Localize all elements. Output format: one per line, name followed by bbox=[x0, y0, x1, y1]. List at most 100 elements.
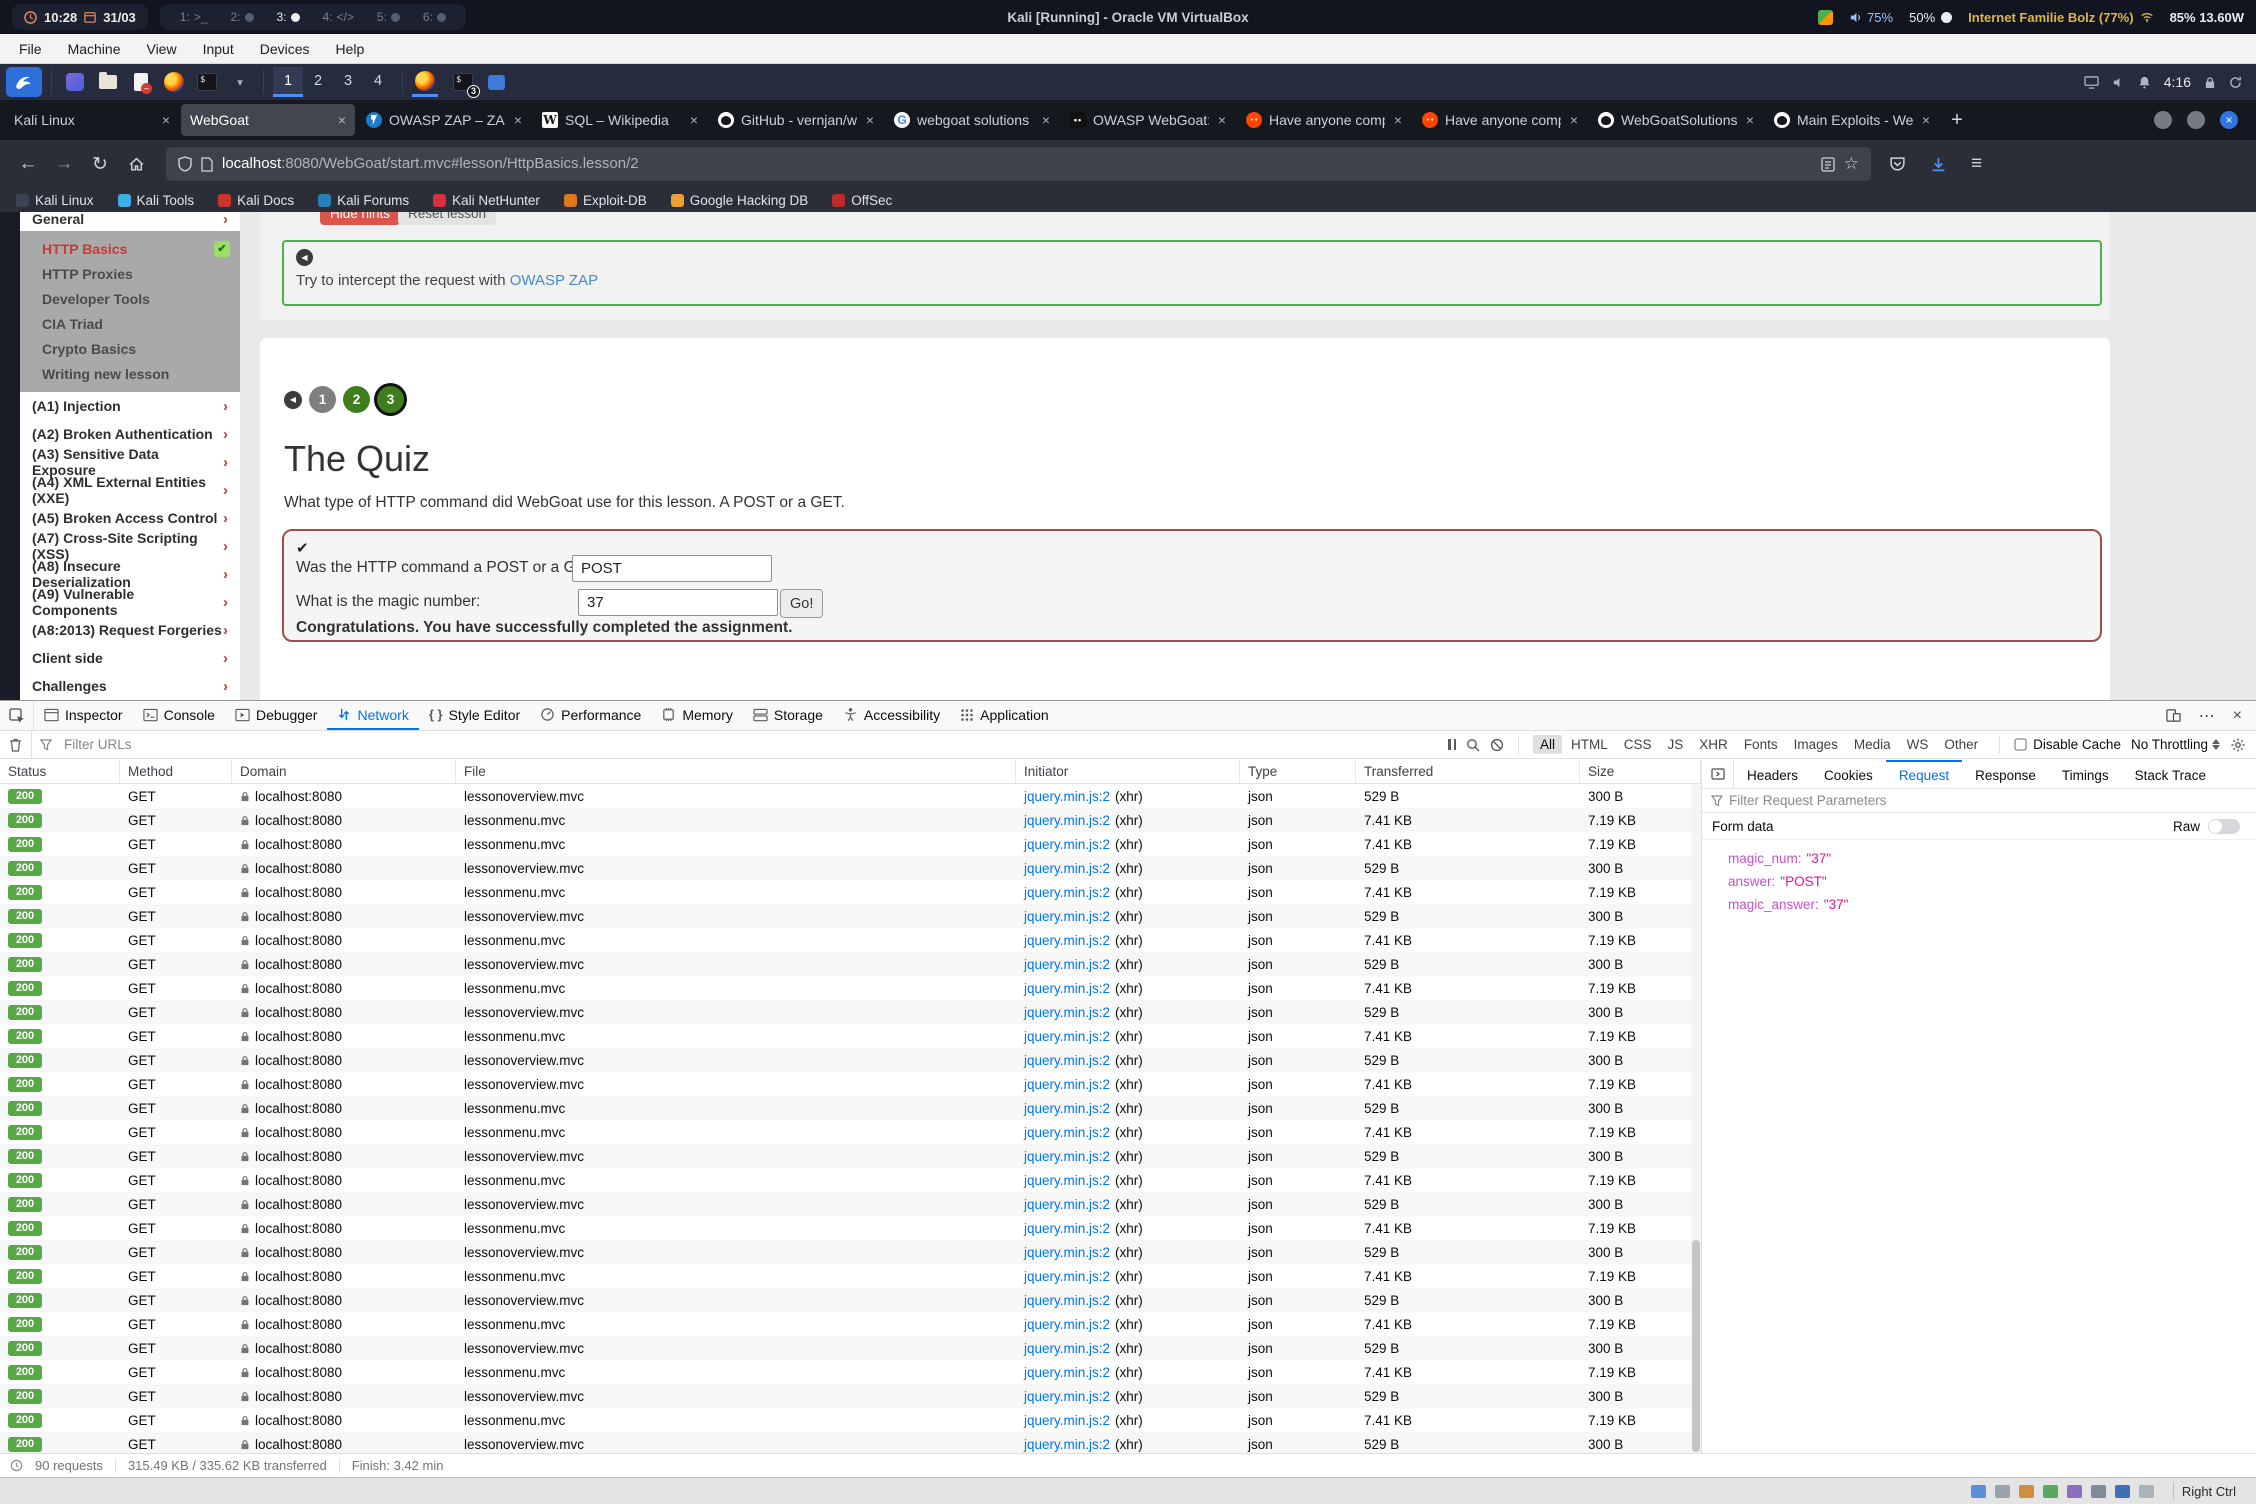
page-info-icon[interactable] bbox=[201, 157, 213, 172]
request-row[interactable]: 200 GET localhost:8080 lessonoverview.mv… bbox=[0, 1000, 1701, 1024]
request-row[interactable]: 200 GET localhost:8080 lessonoverview.mv… bbox=[0, 952, 1701, 976]
vbox-menu-help[interactable]: Help bbox=[323, 41, 378, 57]
browser-tab[interactable]: Gwebgoat solutions - G× bbox=[885, 104, 1059, 136]
initiator-link[interactable]: jquery.min.js:2 bbox=[1024, 1005, 1110, 1020]
bookmark-kali-linux[interactable]: Kali Linux bbox=[16, 193, 94, 208]
home-button[interactable] bbox=[120, 148, 152, 180]
devtools-tab-accessibility[interactable]: Accessibility bbox=[833, 701, 950, 730]
q2-answer-input[interactable] bbox=[578, 589, 778, 616]
type-filter-xhr[interactable]: XHR bbox=[1692, 735, 1735, 754]
sidebar-section[interactable]: (A1) Injection› bbox=[20, 392, 240, 420]
initiator-link[interactable]: jquery.min.js:2 bbox=[1024, 789, 1110, 804]
workspace-button[interactable]: 4 bbox=[363, 67, 393, 97]
reset-lesson-button[interactable]: Reset lesson bbox=[398, 212, 496, 225]
table-scrollbar-track[interactable] bbox=[1691, 784, 1701, 1453]
devtools-tab-style-editor[interactable]: { }Style Editor bbox=[419, 701, 530, 730]
sidebar-lesson-item[interactable]: Writing new lesson bbox=[20, 361, 240, 386]
table-scrollbar-thumb[interactable] bbox=[1692, 1240, 1700, 1452]
previous-page-icon[interactable]: ◀ bbox=[284, 391, 302, 409]
update-refresh-icon[interactable] bbox=[2229, 76, 2242, 89]
workspace-button[interactable]: 1 bbox=[273, 67, 303, 97]
request-row[interactable]: 200 GET localhost:8080 lessonmenu.mvc jq… bbox=[0, 1264, 1701, 1288]
vbox-menu-devices[interactable]: Devices bbox=[247, 41, 323, 57]
form-data-param[interactable]: magic_num:"37" bbox=[1702, 847, 2256, 870]
column-header-size[interactable]: Size bbox=[1580, 760, 1701, 783]
browser-tab[interactable]: Have anyone complet× bbox=[1413, 104, 1587, 136]
browser-tab[interactable]: ••OWASP WebGoat: Ge× bbox=[1061, 104, 1235, 136]
request-row[interactable]: 200 GET localhost:8080 lessonoverview.mv… bbox=[0, 1336, 1701, 1360]
search-icon[interactable] bbox=[1466, 738, 1480, 752]
close-window-button[interactable]: × bbox=[2220, 111, 2238, 129]
tab-close-icon[interactable]: × bbox=[864, 112, 874, 128]
hide-hints-button[interactable]: Hide hints bbox=[320, 212, 400, 225]
notification-bell-icon[interactable] bbox=[2138, 76, 2151, 89]
browser-tab[interactable]: Main Exploits - WebG× bbox=[1765, 104, 1939, 136]
initiator-link[interactable]: jquery.min.js:2 bbox=[1024, 1101, 1110, 1116]
sidebar-section[interactable]: (A8) Insecure Deserialization› bbox=[20, 560, 240, 588]
tab-close-icon[interactable]: × bbox=[1216, 112, 1226, 128]
bookmark-offsec[interactable]: OffSec bbox=[832, 193, 892, 208]
terminal-window-button[interactable]: $3 bbox=[449, 68, 477, 96]
initiator-link[interactable]: jquery.min.js:2 bbox=[1024, 813, 1110, 828]
type-filter-other[interactable]: Other bbox=[1937, 735, 1985, 754]
panel-workspace[interactable]: 4:</> bbox=[323, 10, 354, 24]
sidebar-section[interactable]: (A7) Cross-Site Scripting (XSS)› bbox=[20, 532, 240, 560]
form-data-param[interactable]: answer:"POST" bbox=[1702, 870, 2256, 893]
details-tab-timings[interactable]: Timings bbox=[2049, 760, 2122, 788]
type-filter-js[interactable]: JS bbox=[1661, 735, 1691, 754]
panel-workspace[interactable]: 2: bbox=[231, 10, 254, 24]
details-tab-headers[interactable]: Headers bbox=[1734, 760, 1811, 788]
column-header-initiator[interactable]: Initiator bbox=[1016, 760, 1240, 783]
devtools-tab-console[interactable]: Console bbox=[133, 701, 225, 730]
kali-menu-button[interactable] bbox=[6, 67, 42, 97]
request-row[interactable]: 200 GET localhost:8080 lessonoverview.mv… bbox=[0, 784, 1701, 808]
sidebar-section[interactable]: Client side› bbox=[20, 644, 240, 672]
volume-indicator[interactable]: 75% bbox=[1849, 10, 1893, 25]
panel-workspace[interactable]: 6: bbox=[423, 10, 446, 24]
sidebar-section[interactable]: (A8:2013) Request Forgeries› bbox=[20, 616, 240, 644]
reader-mode-icon[interactable] bbox=[1821, 157, 1835, 172]
pause-icon[interactable] bbox=[1448, 739, 1456, 750]
pick-element-icon[interactable] bbox=[0, 701, 34, 730]
sidebar-lesson-item[interactable]: HTTP Basics✔ bbox=[20, 236, 240, 261]
tab-close-icon[interactable]: × bbox=[512, 112, 522, 128]
column-header-domain[interactable]: Domain bbox=[232, 760, 456, 783]
initiator-link[interactable]: jquery.min.js:2 bbox=[1024, 1413, 1110, 1428]
browser-tab[interactable]: OWASP ZAP – ZAP in× bbox=[357, 104, 531, 136]
tab-close-icon[interactable]: × bbox=[1568, 112, 1578, 128]
display-icon[interactable] bbox=[2115, 1485, 2130, 1498]
package-window-button[interactable] bbox=[482, 68, 510, 96]
workspace-switcher[interactable]: 1:>_2:3:4:</>5:6: bbox=[160, 4, 466, 30]
throttling-select[interactable]: No Throttling bbox=[2131, 737, 2220, 752]
initiator-link[interactable]: jquery.min.js:2 bbox=[1024, 837, 1110, 852]
network-indicator[interactable]: Internet Familie Bolz (77%) bbox=[1968, 10, 2153, 25]
request-row[interactable]: 200 GET localhost:8080 lessonmenu.mvc jq… bbox=[0, 928, 1701, 952]
initiator-link[interactable]: jquery.min.js:2 bbox=[1024, 957, 1110, 972]
browser-tab[interactable]: WebGoat× bbox=[181, 104, 355, 136]
request-row[interactable]: 200 GET localhost:8080 lessonmenu.mvc jq… bbox=[0, 1312, 1701, 1336]
browser-tab[interactable]: Have anyone complet× bbox=[1237, 104, 1411, 136]
page-circle[interactable]: 3 bbox=[377, 386, 404, 413]
bookmark-kali-nethunter[interactable]: Kali NetHunter bbox=[433, 193, 540, 208]
tab-close-icon[interactable]: × bbox=[688, 112, 698, 128]
request-row[interactable]: 200 GET localhost:8080 lessonmenu.mvc jq… bbox=[0, 832, 1701, 856]
q1-answer-input[interactable] bbox=[572, 555, 772, 582]
back-button[interactable]: ← bbox=[12, 148, 44, 180]
pocket-icon[interactable] bbox=[1889, 156, 1906, 173]
menu-hamburger-icon[interactable]: ≡ bbox=[1971, 153, 1982, 175]
url-bar[interactable]: localhost:8080/WebGoat/start.mvc#lesson/… bbox=[166, 147, 1871, 181]
tray-app-icon[interactable] bbox=[1818, 10, 1833, 25]
vbox-menu-file[interactable]: File bbox=[6, 41, 55, 57]
devtools-tab-storage[interactable]: Storage bbox=[743, 701, 833, 730]
panel-workspace[interactable]: 3: bbox=[277, 10, 300, 24]
initiator-link[interactable]: jquery.min.js:2 bbox=[1024, 1317, 1110, 1332]
initiator-link[interactable]: jquery.min.js:2 bbox=[1024, 1173, 1110, 1188]
sidebar-lesson-item[interactable]: HTTP Proxies bbox=[20, 261, 240, 286]
request-row[interactable]: 200 GET localhost:8080 lessonoverview.mv… bbox=[0, 1240, 1701, 1264]
tab-close-icon[interactable]: × bbox=[1040, 112, 1050, 128]
details-tab-response[interactable]: Response bbox=[1962, 760, 2049, 788]
raw-toggle[interactable] bbox=[2208, 819, 2240, 834]
request-row[interactable]: 200 GET localhost:8080 lessonmenu.mvc jq… bbox=[0, 1216, 1701, 1240]
browser-tab[interactable]: Kali Linux× bbox=[5, 104, 179, 136]
tab-close-icon[interactable]: × bbox=[1920, 112, 1930, 128]
